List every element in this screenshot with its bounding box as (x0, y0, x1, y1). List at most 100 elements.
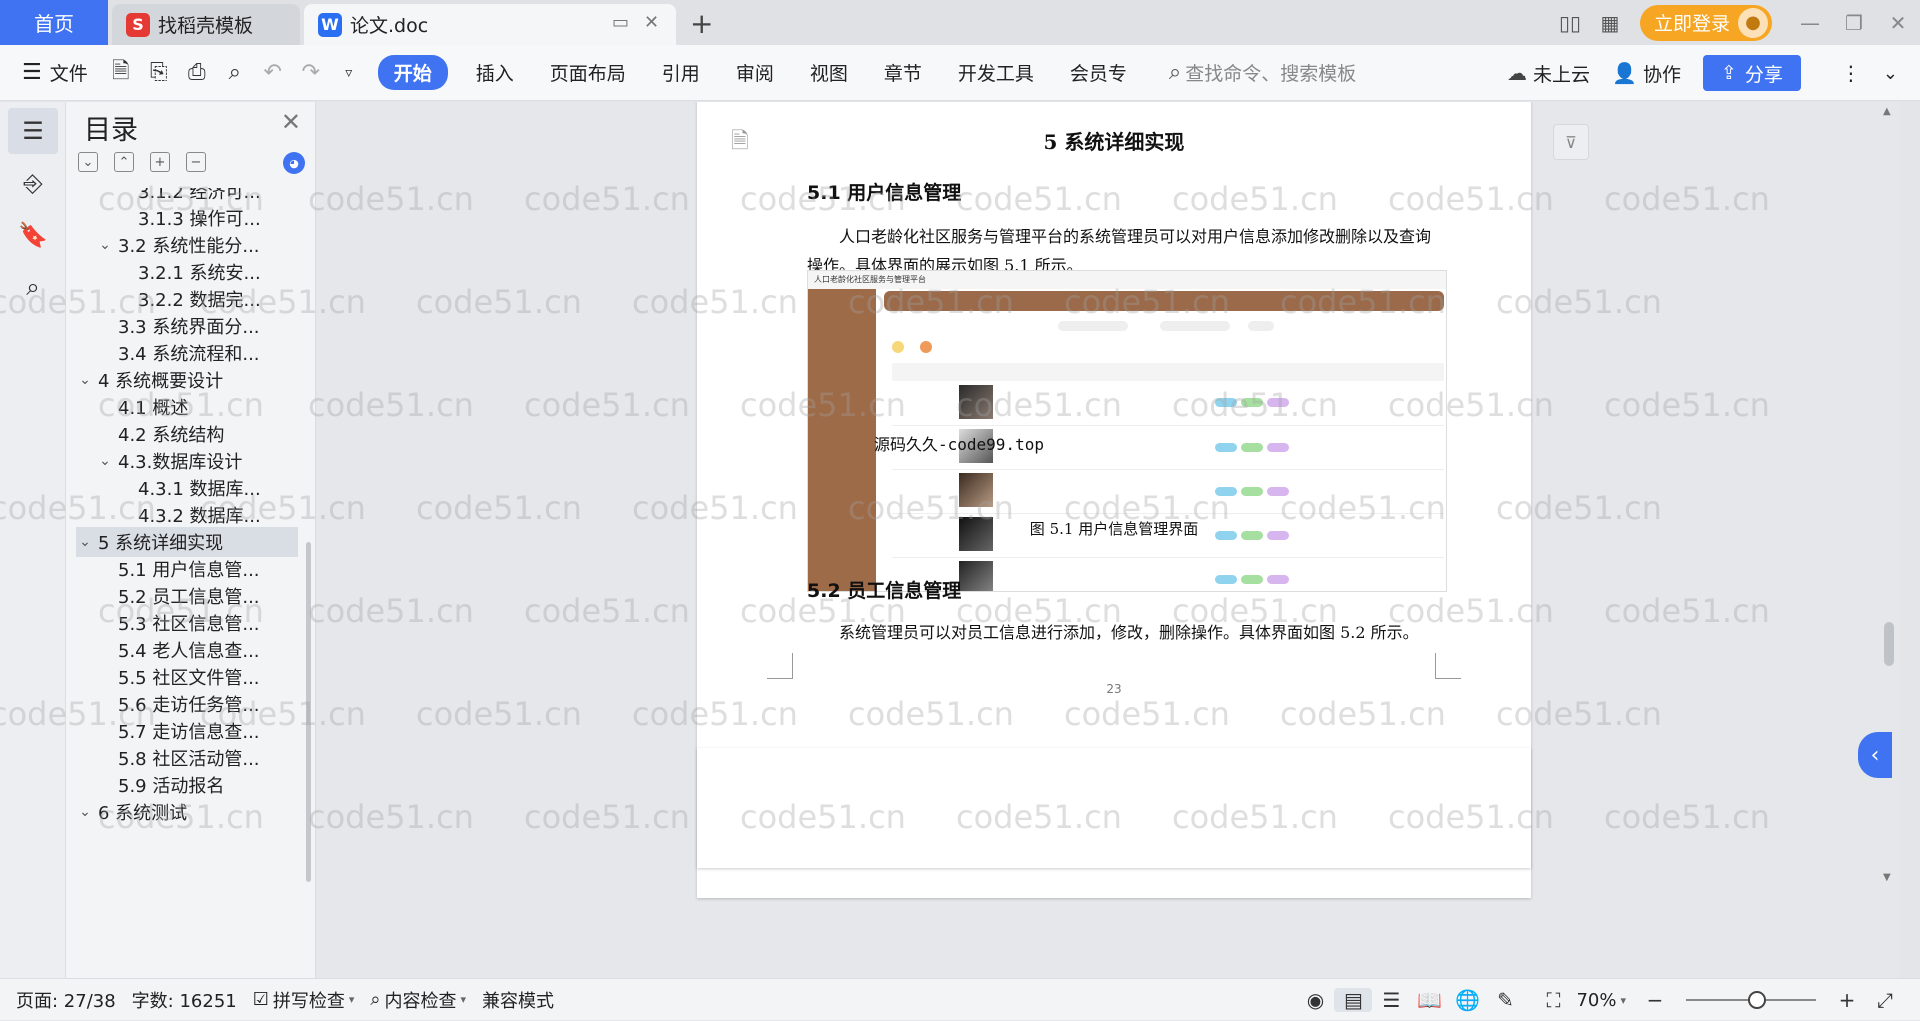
toc-expand-chevron-icon[interactable]: ⌄ (76, 372, 94, 388)
tab-home[interactable]: 首页 (0, 0, 108, 45)
zoom-level[interactable]: 70% (1576, 990, 1616, 1011)
file-menu-button[interactable]: ☰ 文件 (22, 59, 88, 86)
tab-chapter[interactable]: 章节 (866, 59, 940, 86)
toc-item[interactable]: 5.4 老人信息查... (76, 635, 298, 665)
toc-item[interactable]: ⌄ 4.3.数据库设计 (76, 446, 298, 476)
save-icon[interactable]: 🗎 (102, 54, 140, 92)
zoom-dropdown-icon[interactable]: ▾ (1620, 994, 1626, 1007)
spell-check-button[interactable]: ☑ 拼写检查 ▾ (253, 987, 355, 1013)
toc-item[interactable]: ⌄ 3.2 系统性能分... (76, 230, 298, 260)
toc-item[interactable]: 3.1.3 操作可... (76, 203, 298, 233)
toc-panel-icon[interactable]: ☰ (8, 108, 58, 154)
layout-icon[interactable]: ▯▯ (1550, 11, 1590, 35)
document-scrollbar[interactable]: ▲ ▼ (1878, 102, 1900, 978)
zoom-out-icon[interactable]: − (1636, 988, 1674, 1012)
side-panel-toggle-icon[interactable]: ‹ (1858, 732, 1892, 778)
toc-item[interactable]: 5.8 社区活动管... (76, 743, 298, 773)
collaborate-button[interactable]: 👤 协作 (1612, 60, 1681, 87)
outline-view-icon[interactable]: ☰ (1372, 988, 1410, 1012)
word-count[interactable]: 字数: 16251 (132, 987, 237, 1013)
cloud-status-button[interactable]: ☁ 未上云 (1507, 60, 1590, 87)
toc-item[interactable]: 5.1 用户信息管... (76, 554, 298, 584)
restore-icon[interactable]: ❐ (1832, 11, 1876, 35)
fullscreen-icon[interactable]: ⤢ (1866, 988, 1904, 1012)
more-options-icon[interactable]: ⋮ (1841, 61, 1861, 85)
tab-view[interactable]: 视图 (792, 59, 866, 86)
tab-references[interactable]: 引用 (644, 59, 718, 86)
toc-item[interactable]: 3.2.1 系统安... (76, 257, 298, 287)
toc-item[interactable]: ⌄ 4 系统概要设计 (76, 365, 298, 395)
scrollbar-thumb[interactable] (1884, 622, 1894, 666)
toc-item[interactable]: 4.2 系统结构 (76, 419, 298, 449)
fit-page-icon[interactable]: ⛶ (1534, 988, 1572, 1012)
filter-icon[interactable]: ⊽ (1553, 124, 1589, 160)
toc-item[interactable]: 5.6 走访任务管... (76, 689, 298, 719)
collapse-ribbon-icon[interactable]: ⌄ (1883, 63, 1898, 84)
eye-protect-icon[interactable]: ◉ (1296, 988, 1334, 1012)
quick-access-dropdown-icon[interactable]: ▿ (330, 65, 368, 81)
collapse-all-icon[interactable]: ⌃ (114, 152, 134, 172)
toc-item[interactable]: 4.3.2 数据库... (76, 500, 298, 530)
tab-developer[interactable]: 开发工具 (940, 59, 1052, 86)
shot-title: 人口老龄化社区服务与管理平台 (814, 275, 926, 284)
toc-expand-chevron-icon[interactable]: ⌄ (96, 237, 114, 253)
tab-template[interactable]: S 找稻壳模板 (112, 4, 300, 45)
toc-item[interactable]: 5.5 社区文件管... (76, 662, 298, 692)
read-mode-icon[interactable]: 📖 (1410, 988, 1448, 1012)
share-button[interactable]: ⇪ 分享 (1702, 55, 1801, 91)
close-window-icon[interactable]: ✕ (1876, 11, 1920, 35)
toc-item[interactable]: 5.3 社区信息管... (76, 608, 298, 638)
content-check-button[interactable]: ⌕ 内容检查 ▾ (370, 987, 466, 1013)
new-tab-plus-icon[interactable]: + (690, 7, 713, 40)
toc-item[interactable]: 5.2 员工信息管... (76, 581, 298, 611)
tab-close-icon[interactable]: ✕ (644, 12, 659, 33)
toc-scrollbar[interactable] (306, 542, 311, 882)
tab-monitor-icon[interactable]: ▭ (612, 12, 629, 33)
print-icon[interactable]: ⎙ (178, 60, 216, 85)
tab-start[interactable]: 开始 (377, 55, 448, 90)
print-preview-icon[interactable]: ⌕ (216, 60, 254, 85)
toc-item[interactable]: ⌄ 6 系统测试 (76, 797, 298, 827)
pen-icon[interactable]: ✎ (1486, 988, 1524, 1012)
toc-expand-chevron-icon[interactable]: ⌄ (96, 453, 114, 469)
zoom-slider-knob[interactable] (1748, 991, 1766, 1009)
ai-assistant-icon[interactable]: ◕ (283, 152, 305, 174)
toc-item[interactable]: ⌄ 5 系统详细实现 (76, 527, 298, 557)
scroll-down-icon[interactable]: ▼ (1883, 872, 1891, 883)
export-icon[interactable]: ⎘ (140, 60, 178, 85)
toc-item[interactable]: 5.9 活动报名 (76, 770, 298, 800)
remove-heading-icon[interactable]: − (186, 152, 206, 172)
tab-review[interactable]: 审阅 (718, 59, 792, 86)
toc-item[interactable]: 5.7 走访信息查... (76, 716, 298, 746)
scroll-up-icon[interactable]: ▲ (1883, 106, 1891, 117)
redo-icon[interactable]: ↷ (292, 60, 330, 85)
tab-document[interactable]: W 论文.doc ▭ ✕ (304, 4, 676, 45)
tab-page-layout[interactable]: 页面布局 (532, 59, 644, 86)
web-view-icon[interactable]: 🌐 (1448, 988, 1486, 1012)
bookmark-icon[interactable]: 🔖 (8, 212, 58, 258)
toc-item[interactable]: 4.3.1 数据库... (76, 473, 298, 503)
toc-item[interactable]: 3.4 系统流程和... (76, 338, 298, 368)
tab-member[interactable]: 会员专 (1052, 59, 1145, 86)
toc-close-icon[interactable]: ✕ (281, 108, 301, 136)
command-search[interactable]: ⌕ 查找命令、搜索模板 (1169, 59, 1356, 86)
shot-delete-button (920, 341, 932, 353)
expand-all-icon[interactable]: ⌄ (78, 152, 98, 172)
navigation-pane-icon[interactable]: ⎆ (8, 160, 58, 206)
toc-expand-chevron-icon[interactable]: ⌄ (76, 804, 94, 820)
find-icon[interactable]: ⌕ (8, 264, 58, 310)
page-count[interactable]: 页面: 27/38 (16, 987, 116, 1013)
tab-insert[interactable]: 插入 (458, 59, 532, 86)
zoom-slider[interactable] (1686, 991, 1816, 1009)
undo-icon[interactable]: ↶ (254, 60, 292, 85)
zoom-in-icon[interactable]: + (1828, 988, 1866, 1012)
toc-item[interactable]: 3.2.2 数据完... (76, 284, 298, 314)
apps-grid-icon[interactable]: ▦ (1590, 11, 1630, 35)
toc-expand-chevron-icon[interactable]: ⌄ (76, 534, 94, 550)
login-button[interactable]: 立即登录 ● (1639, 4, 1772, 41)
toc-item[interactable]: 4.1 概述 (76, 392, 298, 422)
toc-item[interactable]: 3.3 系统界面分... (76, 311, 298, 341)
minimize-icon[interactable]: — (1788, 11, 1832, 35)
add-heading-icon[interactable]: + (150, 152, 170, 172)
page-view-icon[interactable]: ▤ (1334, 988, 1373, 1012)
